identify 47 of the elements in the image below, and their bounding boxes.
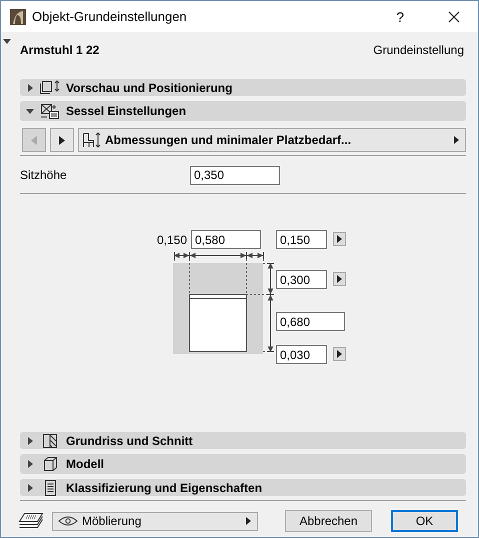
front-space-field[interactable]: 0,300 — [276, 270, 327, 289]
close-icon[interactable] — [448, 10, 460, 22]
collapsed-arrow-icon — [26, 84, 34, 92]
right-arrow-icon — [337, 235, 342, 243]
expand-arrow-button[interactable] — [333, 347, 346, 361]
ok-button[interactable]: OK — [391, 510, 458, 532]
app-logo-icon — [10, 8, 26, 24]
section-header[interactable]: Vorschau und Positionierung — [20, 79, 466, 96]
preview-icon — [40, 80, 60, 96]
section-header[interactable]: Klassifizierung und Eigenschaften — [20, 479, 466, 496]
floor-plan-icon — [40, 432, 60, 448]
right-arrow-icon — [337, 350, 342, 358]
dropdown-arrow-icon — [246, 517, 251, 525]
object-name: Armstuhl 1 22 — [20, 43, 100, 57]
section-header[interactable]: Modell — [20, 454, 466, 474]
settings-icon — [40, 103, 60, 119]
dropdown-arrow-icon — [454, 136, 459, 144]
width-field[interactable]: 0,580 — [191, 230, 261, 249]
chair-dimension-icon — [81, 132, 103, 148]
expand-arrow-button[interactable] — [333, 272, 346, 286]
cancel-button[interactable]: Abbrechen — [285, 510, 372, 532]
left-arrow-icon — [31, 136, 37, 144]
seat-height-field[interactable]: 0,350 — [190, 166, 280, 184]
page-dropdown[interactable]: Abmessungen und minimaler Platzbedarf... — [78, 128, 466, 152]
expanded-arrow-icon — [26, 107, 34, 115]
back-space-field[interactable]: 0,030 — [276, 345, 327, 364]
right-arrow-icon — [59, 136, 65, 144]
expand-arrow-button[interactable] — [333, 232, 346, 246]
section-header[interactable]: Grundriss und Schnitt — [20, 432, 466, 449]
collapsed-arrow-icon — [26, 460, 34, 468]
window-title: Objekt-Grundeinstellungen — [32, 9, 187, 24]
depth-field[interactable]: 0,680 — [276, 312, 345, 331]
dropdown-arrow-icon[interactable] — [3, 39, 11, 44]
left-space-value: 0,150 — [157, 233, 188, 247]
collapsed-arrow-icon — [26, 484, 34, 492]
preset-name: Grundeinstellung — [373, 43, 464, 57]
collapsed-arrow-icon — [26, 436, 34, 444]
section-header[interactable]: Sessel Einstellungen — [20, 101, 466, 121]
eye-icon — [58, 516, 78, 526]
chair-drawing — [189, 294, 247, 352]
next-page-button[interactable] — [50, 128, 74, 152]
layers-icon[interactable] — [18, 512, 44, 530]
help-button[interactable]: ? — [396, 8, 404, 24]
right-arrow-icon — [337, 275, 342, 283]
right-space-field[interactable]: 0,150 — [276, 230, 327, 249]
layer-dropdown[interactable]: Möblierung — [52, 512, 258, 530]
seat-height-label: Sitzhöhe — [20, 168, 68, 182]
